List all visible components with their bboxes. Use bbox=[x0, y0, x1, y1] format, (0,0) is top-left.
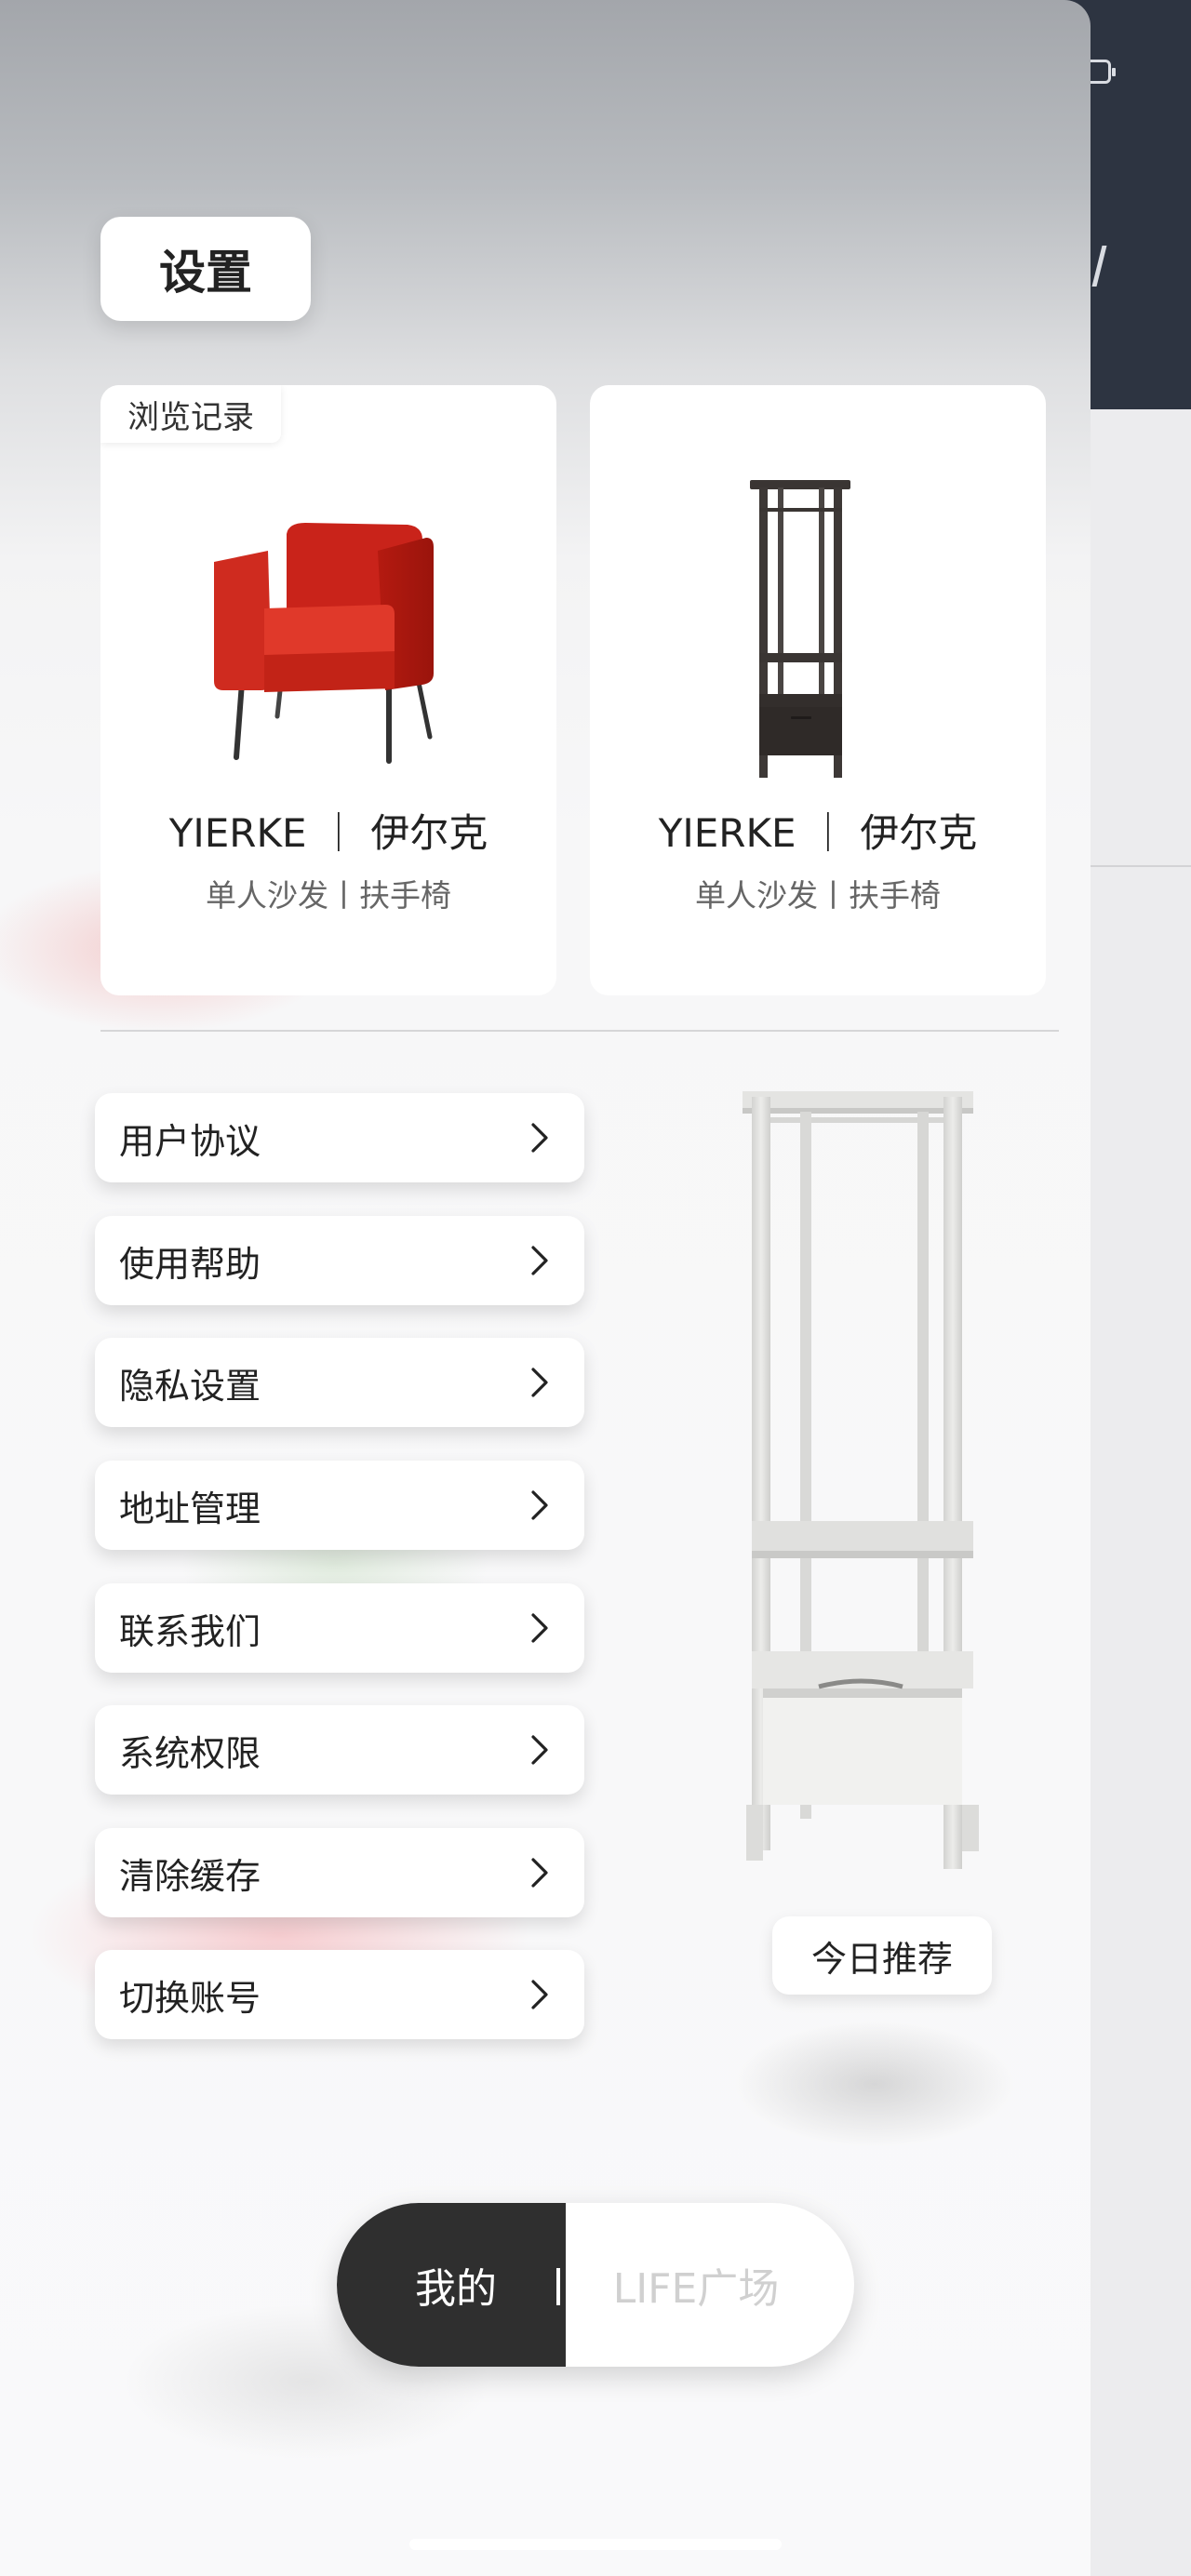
product-subtitle: 单人沙发丨扶手椅 bbox=[206, 877, 451, 914]
menu-item-label: 系统权限 bbox=[119, 1732, 261, 1774]
chevron-right-icon bbox=[531, 1490, 548, 1520]
chevron-right-icon bbox=[531, 1735, 548, 1765]
chevron-right-icon bbox=[531, 1246, 548, 1275]
menu-item-label: 联系我们 bbox=[119, 1610, 261, 1652]
history-card[interactable]: 浏览记录 YIERKE ｜ 伊尔克 单人沙发丨扶手椅 bbox=[100, 385, 556, 995]
home-indicator[interactable] bbox=[409, 2539, 782, 2550]
chevron-right-icon bbox=[531, 1980, 548, 2009]
red-armchair-image bbox=[214, 523, 434, 764]
chevron-right-icon bbox=[531, 1613, 548, 1643]
product-name: YIERKE ｜ 伊尔克 bbox=[168, 810, 488, 856]
tab-life-square[interactable]: LIFE广场 bbox=[566, 2203, 854, 2367]
menu-item-help[interactable]: 使用帮助 bbox=[95, 1216, 584, 1305]
menu-item-label: 清除缓存 bbox=[119, 1855, 261, 1897]
menu-item-user-agreement[interactable]: 用户协议 bbox=[95, 1093, 584, 1182]
menu-item-privacy[interactable]: 隐私设置 bbox=[95, 1338, 584, 1427]
menu-item-label: 用户协议 bbox=[119, 1120, 261, 1162]
settings-drawer: 设置 浏览记录 YIERKE ｜ 伊尔克 单人沙发丨扶手椅 YIERKE ｜ 伊… bbox=[0, 0, 1091, 2576]
menu-item-label: 隐私设置 bbox=[119, 1365, 261, 1407]
menu-item-address[interactable]: 地址管理 bbox=[95, 1461, 584, 1550]
chevron-right-icon bbox=[531, 1123, 548, 1153]
menu-item-label: 地址管理 bbox=[119, 1488, 261, 1529]
dark-shelf-unit-image bbox=[750, 480, 850, 778]
menu-item-permissions[interactable]: 系统权限 bbox=[95, 1705, 584, 1795]
product-name: YIERKE ｜ 伊尔克 bbox=[658, 810, 978, 856]
menu-item-clear-cache[interactable]: 清除缓存 bbox=[95, 1828, 584, 1917]
tab-switcher: 我的 LIFE广场 bbox=[337, 2203, 854, 2367]
chevron-right-icon bbox=[531, 1368, 548, 1397]
page-title: 设置 bbox=[100, 217, 311, 321]
menu-item-switch-account[interactable]: 切换账号 bbox=[95, 1950, 584, 2039]
section-divider bbox=[100, 1030, 1059, 1032]
chevron-right-icon bbox=[531, 1858, 548, 1888]
tab-separator bbox=[556, 2268, 560, 2305]
history-tag: 浏览记录 bbox=[100, 385, 281, 443]
product-subtitle: 单人沙发丨扶手椅 bbox=[695, 877, 941, 914]
history-card[interactable]: YIERKE ｜ 伊尔克 单人沙发丨扶手椅 bbox=[590, 385, 1046, 995]
today-recommendation-button[interactable]: 今日推荐 bbox=[772, 1916, 992, 1995]
menu-item-label: 切换账号 bbox=[119, 1977, 261, 2019]
menu-item-contact[interactable]: 联系我们 bbox=[95, 1583, 584, 1673]
white-open-wardrobe-image bbox=[743, 1091, 979, 1869]
menu-item-label: 使用帮助 bbox=[119, 1243, 261, 1285]
tab-mine[interactable]: 我的 bbox=[337, 2203, 566, 2367]
